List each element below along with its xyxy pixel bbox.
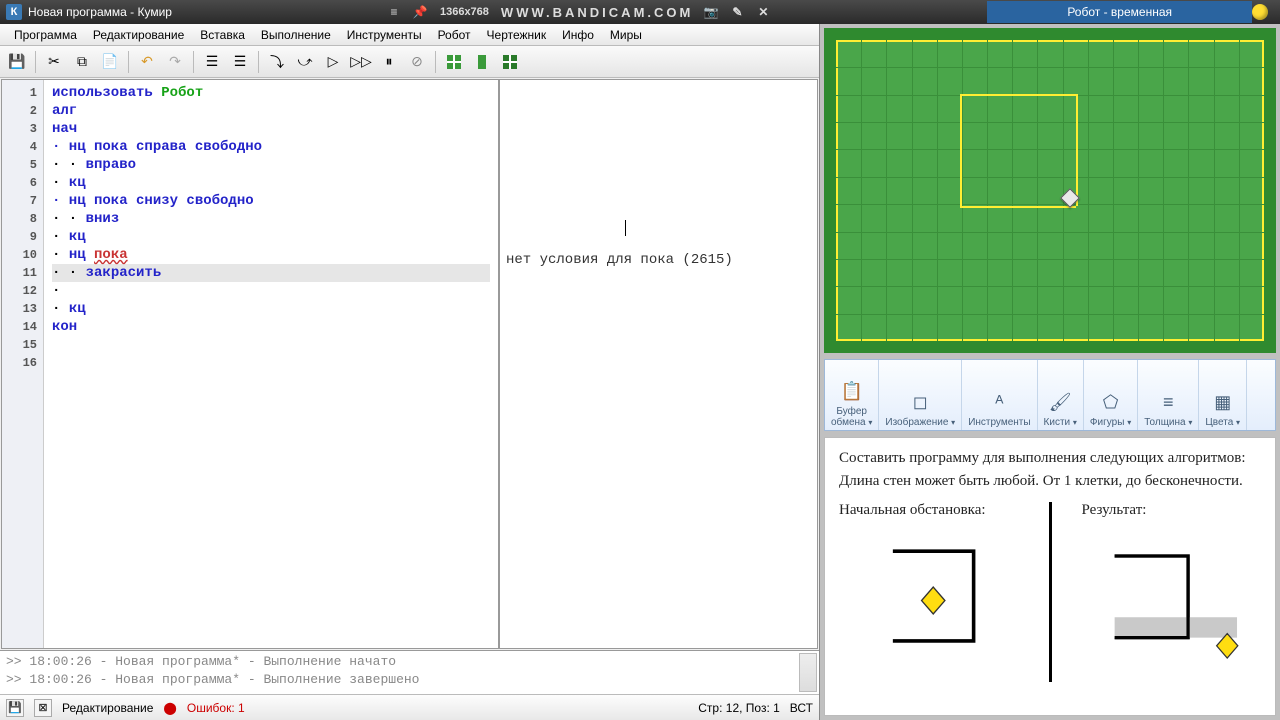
pause-icon[interactable]: ⏸ xyxy=(376,49,402,75)
right-panel: 📋Буферобмена ▾◻Изображение ▾ᴬИнструменты… xyxy=(820,24,1280,720)
recorder-topbar: К Новая программа - Кумир ≡ 📌 1366x768 W… xyxy=(0,0,1280,24)
Фигуры-icon: ⬠ xyxy=(1097,389,1125,415)
save-icon[interactable]: 💾 xyxy=(4,49,30,75)
insert-mode: ВСТ xyxy=(790,701,813,715)
Инструменты-icon: ᴬ xyxy=(985,389,1013,415)
save-status-icon[interactable]: 💾 xyxy=(6,699,24,717)
Кисти-icon: 🖌 xyxy=(1046,389,1074,415)
output-console[interactable]: >> 18:00:26 - Новая программа* - Выполне… xyxy=(0,650,819,694)
ribbon-Фигуры[interactable]: ⬠Фигуры ▾ xyxy=(1084,360,1138,430)
camera-icon[interactable]: 📷 xyxy=(705,5,719,19)
menu-выполнение[interactable]: Выполнение xyxy=(253,25,339,45)
ribbon-Цвета[interactable]: ▦Цвета ▾ xyxy=(1199,360,1247,430)
task-line-1: Составить программу для выполнения следу… xyxy=(839,450,1261,467)
toolbar: 💾 ✂ ⧉ 📄 ↶ ↷ ☰ ☰ ⤵ ⤻ ▷ ▷▷ ⏸ ⊘ xyxy=(0,46,819,78)
paste-icon[interactable]: 📄 xyxy=(97,49,123,75)
code-editor[interactable]: 12345678910111213141516 использовать Роб… xyxy=(2,80,500,648)
error-message: нет условия для пока (2615) xyxy=(506,252,811,268)
cut-icon[interactable]: ✂ xyxy=(41,49,67,75)
status-bar: 💾 ⊠ Редактирование ⬤ Ошибок: 1 Стр: 12, … xyxy=(0,694,819,720)
menu-программа[interactable]: Программа xyxy=(6,25,85,45)
menu-вставка[interactable]: Вставка xyxy=(192,25,253,45)
Буфер-icon: 📋 xyxy=(838,378,866,404)
pin-icon[interactable]: 📌 xyxy=(414,5,428,19)
console-line: >> 18:00:26 - Новая программа* - Выполне… xyxy=(6,653,813,671)
message-panel[interactable]: нет условия для пока (2615) xyxy=(500,80,817,648)
Толщина-icon: ≡ xyxy=(1154,389,1182,415)
ribbon-Толщина[interactable]: ≡Толщина ▾ xyxy=(1138,360,1199,430)
menu-редактирование[interactable]: Редактирование xyxy=(85,25,192,45)
cursor-position: Стр: 12, Поз: 1 xyxy=(698,701,780,715)
ribbon-Кисти[interactable]: 🖌Кисти ▾ xyxy=(1038,360,1084,430)
indent-icon[interactable]: ☰ xyxy=(199,49,225,75)
task-document[interactable]: Составить программу для выполнения следу… xyxy=(824,437,1276,716)
step-over-icon[interactable]: ⤻ xyxy=(292,49,318,75)
ribbon-Инструменты[interactable]: ᴬИнструменты xyxy=(962,360,1037,430)
undo-icon[interactable]: ↶ xyxy=(134,49,160,75)
grid4-icon[interactable] xyxy=(441,49,467,75)
edit-icon[interactable]: ✎ xyxy=(731,5,745,19)
app-icon: К xyxy=(6,4,22,20)
fig1-title: Начальная обстановка: xyxy=(839,502,1019,519)
menu-миры[interactable]: Миры xyxy=(602,25,650,45)
redo-icon[interactable]: ↷ xyxy=(162,49,188,75)
error-count: Ошибок: 1 xyxy=(187,701,245,715)
minimize-icon[interactable] xyxy=(1252,4,1268,20)
run-fast-icon[interactable]: ▷▷ xyxy=(348,49,374,75)
stop-icon[interactable]: ⊘ xyxy=(404,49,430,75)
kumir-ide: ПрограммаРедактированиеВставкаВыполнение… xyxy=(0,24,820,720)
bandicam-watermark: WWW.BANDICAM.COM xyxy=(501,5,693,20)
console-line: >> 18:00:26 - Новая программа* - Выполне… xyxy=(6,671,813,689)
menu-чертежник[interactable]: Чертежник xyxy=(479,25,555,45)
outdent-icon[interactable]: ☰ xyxy=(227,49,253,75)
mode-label: Редактирование xyxy=(62,701,153,715)
ribbon-Изображение[interactable]: ◻Изображение ▾ xyxy=(879,360,962,430)
run-icon[interactable]: ▷ xyxy=(320,49,346,75)
line-gutter: 12345678910111213141516 xyxy=(2,80,44,648)
menu-инфо[interactable]: Инфо xyxy=(554,25,602,45)
code-text[interactable]: использовать Роботалгнач· нц пока справа… xyxy=(44,80,498,648)
task-line-2: Длина стен может быть любой. От 1 клетки… xyxy=(839,473,1261,490)
Цвета-icon: ▦ xyxy=(1209,389,1237,415)
square-icon[interactable] xyxy=(497,49,523,75)
fig2-title: Результат: xyxy=(1082,502,1262,519)
close-status-icon[interactable]: ⊠ xyxy=(34,699,52,717)
paint-ribbon: 📋Буферобмена ▾◻Изображение ▾ᴬИнструменты… xyxy=(824,359,1276,431)
copy-icon[interactable]: ⧉ xyxy=(69,49,95,75)
fig-divider xyxy=(1049,502,1052,682)
robot-window-title: Робот - временная xyxy=(987,1,1252,23)
col-icon[interactable] xyxy=(469,49,495,75)
fig-result xyxy=(1082,525,1262,685)
robot-field[interactable] xyxy=(824,28,1276,353)
menu-робот[interactable]: Робот xyxy=(430,25,479,45)
step-into-icon[interactable]: ⤵ xyxy=(264,49,290,75)
resolution-label: 1366x768 xyxy=(440,6,489,18)
window-title: Новая программа - Кумир xyxy=(28,5,172,19)
menu-icon[interactable]: ≡ xyxy=(388,5,402,19)
Изображение-icon: ◻ xyxy=(906,389,934,415)
ribbon-Буфер[interactable]: 📋Буферобмена ▾ xyxy=(825,360,879,430)
close-icon[interactable]: ✕ xyxy=(757,5,771,19)
fig-initial xyxy=(839,525,1019,685)
menubar: ПрограммаРедактированиеВставкаВыполнение… xyxy=(0,24,819,46)
menu-инструменты[interactable]: Инструменты xyxy=(339,25,430,45)
